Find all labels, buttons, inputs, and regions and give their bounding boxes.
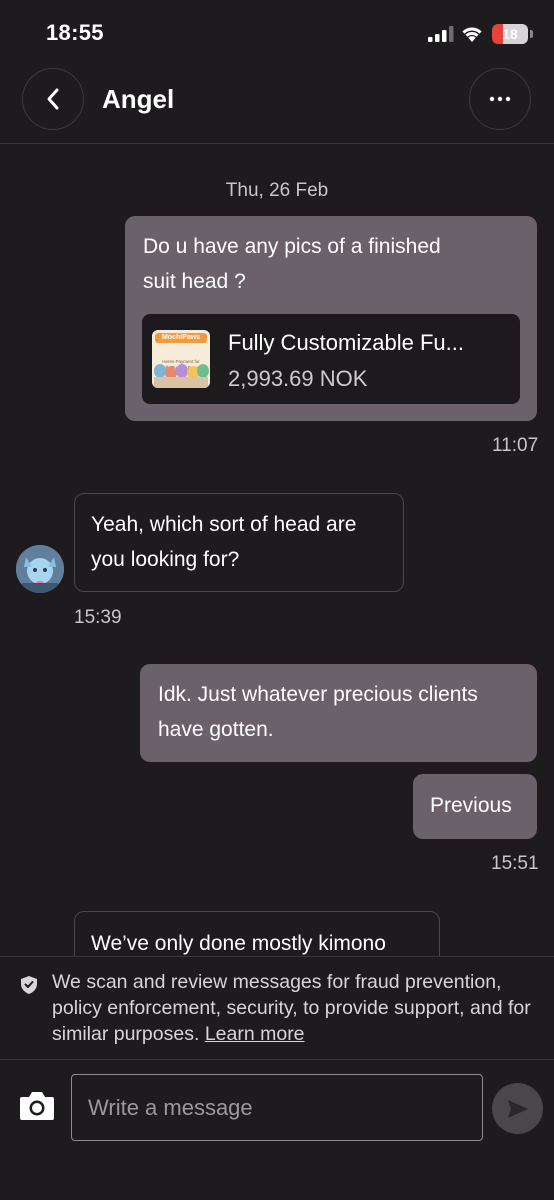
notice-text: We scan and review messages for fraud pr… <box>52 969 542 1047</box>
more-options-button[interactable] <box>469 68 531 130</box>
message-text-line: suit head ? <box>143 270 246 293</box>
message-text-line: Yeah, which sort of head are <box>91 513 357 536</box>
message-text-line: Do u have any pics of a finished <box>143 235 441 258</box>
chat-screen: 18:55 18 Angel Thu, 26 Feb Do u have any… <box>0 0 554 1200</box>
send-icon <box>507 1099 528 1118</box>
date-separator: Thu, 26 Feb <box>225 180 329 201</box>
cellular-signal-icon <box>428 26 454 42</box>
incoming-message[interactable]: Yeah, which sort of head are you looking… <box>74 493 404 592</box>
outgoing-message[interactable]: Idk. Just whatever precious clients have… <box>140 664 537 762</box>
message-timestamp: 15:51 <box>491 853 539 874</box>
chevron-left-icon <box>47 88 59 110</box>
battery-cap <box>530 30 533 38</box>
message-text-line: have gotten. <box>158 718 274 741</box>
contact-avatar[interactable] <box>16 545 64 593</box>
fursuit-characters-illustration <box>154 364 209 388</box>
outgoing-message[interactable]: Previous <box>413 774 537 839</box>
contact-name[interactable]: Angel <box>102 84 174 115</box>
more-horizontal-icon <box>489 96 511 102</box>
message-timestamp: 11:07 <box>492 435 539 456</box>
chat-header: Angel <box>0 66 554 144</box>
message-text-line: Idk. Just whatever precious clients <box>158 683 478 706</box>
camera-button[interactable] <box>18 1089 56 1123</box>
message-timestamp: 15:39 <box>74 607 122 628</box>
outgoing-message[interactable]: Do u have any pics of a finished suit he… <box>125 216 537 421</box>
avatar-image <box>16 545 64 593</box>
product-thumbnail-brand: MochiPaws <box>155 333 207 343</box>
send-button[interactable] <box>492 1083 543 1134</box>
learn-more-link[interactable]: Learn more <box>205 1023 305 1045</box>
message-input[interactable] <box>71 1074 483 1141</box>
product-price: 2,993.69 NOK <box>228 366 368 391</box>
status-bar: 18:55 18 <box>0 0 554 66</box>
camera-icon <box>20 1092 54 1120</box>
message-text-line: you looking for? <box>91 548 240 571</box>
wifi-icon <box>462 27 482 42</box>
product-card[interactable]: MochiPaws Heres Payment for Fully Custom… <box>142 314 520 404</box>
shield-check-icon <box>21 976 37 994</box>
product-title: Fully Customizable Fu... <box>228 330 464 355</box>
battery-level: 18 <box>502 26 518 42</box>
status-time: 18:55 <box>46 20 104 45</box>
fraud-notice-banner: We scan and review messages for fraud pr… <box>0 956 554 1060</box>
product-thumbnail: MochiPaws Heres Payment for Fully Custom… <box>152 330 210 388</box>
message-composer <box>0 1061 554 1200</box>
message-text-line: Previous <box>430 794 512 817</box>
back-button[interactable] <box>22 68 84 130</box>
